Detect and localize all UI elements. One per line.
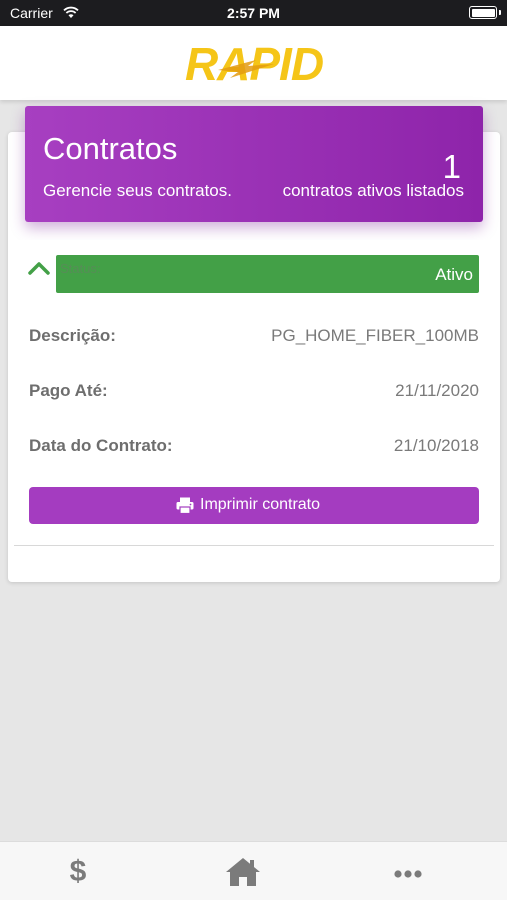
tab-more[interactable] xyxy=(388,854,428,890)
field-value: 21/11/2020 xyxy=(395,381,479,400)
status-value: Ativo xyxy=(435,265,473,284)
active-contracts-label: contratos ativos listados xyxy=(282,181,464,200)
page-subtitle: Gerencie seus contratos. xyxy=(43,181,232,200)
field-label: Data do Contrato: xyxy=(29,436,173,455)
tab-home[interactable] xyxy=(223,854,263,890)
svg-text:RAPID: RAPID xyxy=(185,38,323,90)
app-header: RAPID xyxy=(0,26,507,100)
home-icon xyxy=(226,858,260,886)
field-label: Descrição: xyxy=(29,326,116,345)
rapid-logo: RAPID xyxy=(185,38,324,90)
field-value: 21/10/2018 xyxy=(393,436,479,455)
field-value: PG_HOME_FIBER_100MB xyxy=(271,326,479,345)
contracts-banner: Contratos Gerencie seus contratos. 1 con… xyxy=(25,106,483,222)
field-label: Pago Até: xyxy=(29,381,108,400)
print-button-label: Imprimir contrato xyxy=(200,496,321,513)
chevron-up-icon[interactable] xyxy=(28,261,50,275)
status-badge: Status: Ativo xyxy=(56,255,479,293)
printer-icon xyxy=(176,497,194,514)
clock: 2:57 PM xyxy=(227,5,280,21)
field-row-contract-date: Data do Contrato: 21/10/2018 xyxy=(29,436,479,460)
field-row-paid-until: Pago Até: 21/11/2020 xyxy=(29,381,479,405)
battery-icon xyxy=(469,6,501,19)
tab-bar: $ xyxy=(0,841,507,900)
status-bar: Carrier 2:57 PM xyxy=(0,0,507,26)
more-icon xyxy=(394,870,422,878)
dollar-icon: $ xyxy=(69,855,87,888)
field-row-description: Descrição: PG_HOME_FIBER_100MB xyxy=(29,326,479,350)
status-label: Status: xyxy=(60,261,101,276)
print-contract-button[interactable]: Imprimir contrato xyxy=(29,487,479,524)
tab-finance[interactable]: $ xyxy=(58,854,98,890)
contract-item: Status: Ativo Descrição: PG_HOME_FIBER_1… xyxy=(14,240,494,546)
page-title: Contratos xyxy=(43,131,178,166)
